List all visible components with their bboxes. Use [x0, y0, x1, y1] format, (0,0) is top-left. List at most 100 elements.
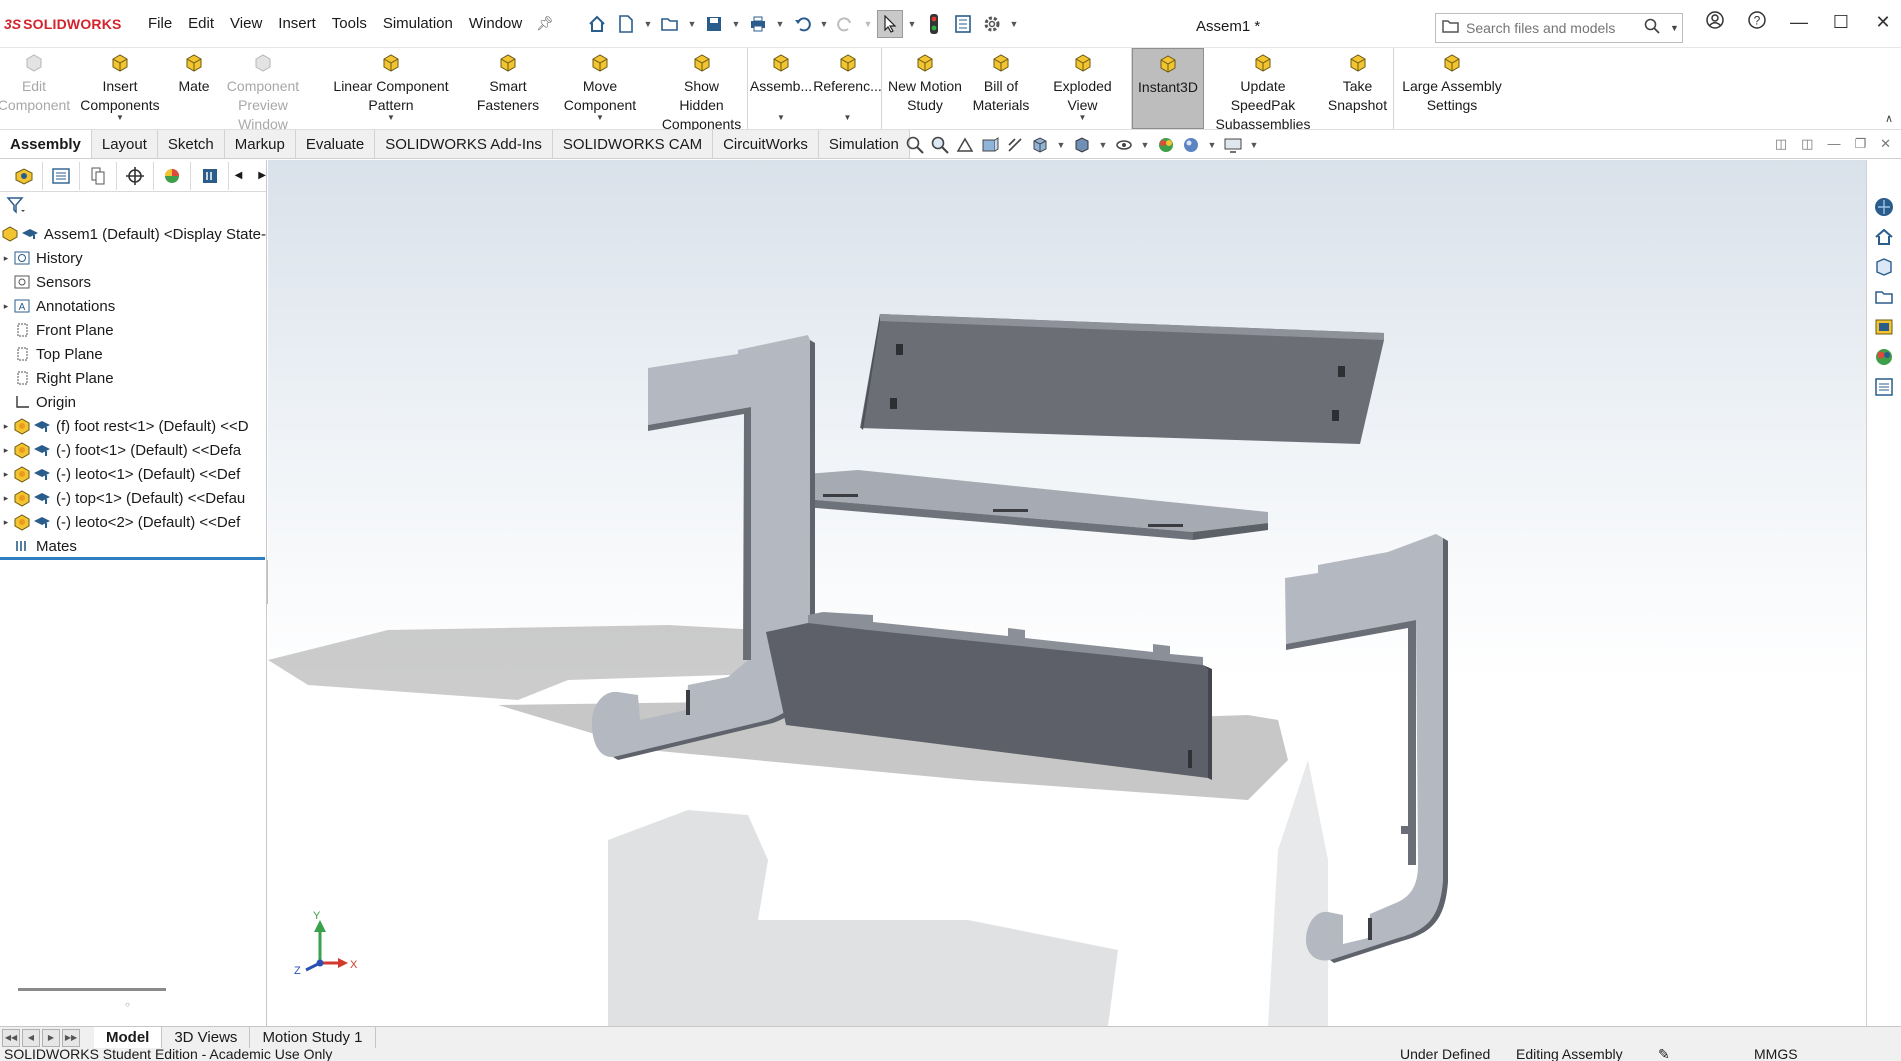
- cmd-smart-fasteners[interactable]: Smart Fasteners: [472, 48, 544, 129]
- user-account-icon[interactable]: [1703, 10, 1727, 35]
- tree-item[interactable]: Sensors: [0, 270, 266, 294]
- pin-icon[interactable]: 📌︎: [536, 15, 554, 32]
- options-gear-icon[interactable]: [979, 10, 1005, 38]
- tree-item[interactable]: Origin: [0, 390, 266, 414]
- custom-properties-icon[interactable]: [1871, 374, 1897, 400]
- expand-arrow-icon[interactable]: ▸: [0, 421, 12, 432]
- open-icon[interactable]: [657, 10, 683, 38]
- apply-scene-icon[interactable]: [1181, 135, 1201, 155]
- model-exploded-view[interactable]: Y X Z: [268, 160, 1866, 1026]
- tabs-scroll-left-icon[interactable]: ◀: [235, 170, 243, 181]
- undo-icon[interactable]: [789, 10, 815, 38]
- dropdown-arrow-icon[interactable]: ▼: [116, 108, 124, 127]
- cmd-insert-components[interactable]: Insert Components ▼: [68, 48, 172, 129]
- select-dropdown-icon[interactable]: ▼: [906, 19, 918, 29]
- expand-arrow-icon[interactable]: ▸: [0, 253, 12, 264]
- options-dropdown-icon[interactable]: ▼: [1008, 19, 1020, 29]
- search-input[interactable]: [1466, 20, 1636, 36]
- solidworks-logo[interactable]: 3S SOLIDWORKS: [0, 16, 130, 32]
- tree-item[interactable]: ▸ (-) leoto<2> (Default) <<Def: [0, 510, 266, 534]
- tree-item[interactable]: ▸ (f) foot rest<1> (Default) <<D: [0, 414, 266, 438]
- configuration-manager-icon[interactable]: [80, 161, 118, 190]
- tabs-scroll-right-icon[interactable]: ▶: [258, 170, 266, 181]
- dimxpert-manager-icon[interactable]: [117, 161, 155, 190]
- tree-item[interactable]: Right Plane: [0, 366, 266, 390]
- print-icon[interactable]: [745, 10, 771, 38]
- feature-manager-tree-icon[interactable]: [6, 161, 44, 190]
- property-manager-icon[interactable]: [43, 161, 81, 190]
- tab-simulation[interactable]: Simulation: [818, 130, 910, 158]
- help-icon[interactable]: ?: [1745, 10, 1769, 35]
- zoom-to-fit-icon[interactable]: [905, 135, 925, 155]
- tree-item[interactable]: ▸ (-) top<1> (Default) <<Defau: [0, 486, 266, 510]
- search-box[interactable]: ▼: [1435, 13, 1683, 43]
- view-settings-icon[interactable]: [1223, 135, 1243, 155]
- tree-filter[interactable]: [0, 192, 266, 222]
- view-orientation-icon[interactable]: [1030, 135, 1050, 155]
- tree-item[interactable]: ▸ (-) leoto<1> (Default) <<Def: [0, 462, 266, 486]
- edit-appearance-icon[interactable]: [1156, 135, 1176, 155]
- close-icon[interactable]: ✕: [1871, 12, 1895, 33]
- hide-show-items-icon[interactable]: [1114, 135, 1134, 155]
- cmd-large-assembly[interactable]: Large Assembly Settings: [1394, 48, 1510, 129]
- file-explorer-icon[interactable]: [1871, 284, 1897, 310]
- hide-show-dropdown-icon[interactable]: ▼: [1139, 140, 1151, 150]
- display-manager-icon[interactable]: [154, 161, 192, 190]
- cmd-snapshot[interactable]: Take Snapshot: [1322, 48, 1394, 129]
- status-pencil-icon[interactable]: ✎: [1658, 1048, 1670, 1061]
- next-tab-icon[interactable]: ▶: [42, 1028, 60, 1047]
- dynamic-annotation-icon[interactable]: [1005, 135, 1025, 155]
- zoom-to-area-icon[interactable]: [930, 135, 950, 155]
- tree-item[interactable]: Front Plane: [0, 318, 266, 342]
- section-view-icon[interactable]: [980, 135, 1000, 155]
- view-settings-dropdown-icon[interactable]: ▼: [1248, 140, 1260, 150]
- maximize-icon[interactable]: ☐: [1829, 12, 1853, 33]
- menu-tools[interactable]: Tools: [324, 11, 375, 36]
- last-tab-icon[interactable]: ▶▶: [62, 1028, 80, 1047]
- expand-arrow-icon[interactable]: ▸: [0, 517, 12, 528]
- tab-motion-study[interactable]: Motion Study 1: [250, 1026, 376, 1049]
- open-dropdown-icon[interactable]: ▼: [686, 19, 698, 29]
- tree-item[interactable]: Top Plane: [0, 342, 266, 366]
- graphics-area[interactable]: Y X Z: [268, 160, 1866, 1026]
- doc-close-icon[interactable]: ✕: [1880, 136, 1891, 152]
- first-tab-icon[interactable]: ◀◀: [2, 1028, 20, 1047]
- tree-item[interactable]: ▸ History: [0, 246, 266, 270]
- cmd-mate[interactable]: Mate: [172, 48, 216, 129]
- file-properties-icon[interactable]: [950, 10, 976, 38]
- collapse-ribbon-icon[interactable]: ∧: [1885, 112, 1893, 125]
- dropdown-arrow-icon[interactable]: ▼: [777, 108, 785, 127]
- apply-scene-dropdown-icon[interactable]: ▼: [1206, 140, 1218, 150]
- cmd-speedpak[interactable]: Update SpeedPak Subassemblies: [1204, 48, 1322, 132]
- minimize-icon[interactable]: —: [1787, 12, 1811, 33]
- appearances-scenes-icon[interactable]: [1871, 344, 1897, 370]
- tree-item[interactable]: Mates: [0, 534, 266, 558]
- cmd-move-component[interactable]: Move Component ▼: [544, 48, 656, 129]
- tree-item[interactable]: ▸ A Annotations: [0, 294, 266, 318]
- tab-layout[interactable]: Layout: [91, 130, 158, 158]
- tab-3d-views[interactable]: 3D Views: [162, 1026, 251, 1049]
- dropdown-arrow-icon[interactable]: ▼: [596, 108, 604, 127]
- display-style-icon[interactable]: [1072, 135, 1092, 155]
- expand-arrow-icon[interactable]: ▸: [0, 445, 12, 456]
- menu-view[interactable]: View: [222, 11, 270, 36]
- menu-simulation[interactable]: Simulation: [375, 11, 461, 36]
- prev-tab-icon[interactable]: ◀: [22, 1028, 40, 1047]
- menu-edit[interactable]: Edit: [180, 11, 222, 36]
- home-pane-icon[interactable]: [1871, 224, 1897, 250]
- expand-arrow-icon[interactable]: ▸: [0, 493, 12, 504]
- tab-assembly[interactable]: Assembly: [0, 130, 92, 158]
- doc-restore-icon[interactable]: ❐: [1854, 136, 1866, 152]
- menu-insert[interactable]: Insert: [270, 11, 324, 36]
- home-icon[interactable]: [584, 10, 610, 38]
- search-scope-icon[interactable]: [1442, 18, 1460, 38]
- tree-item[interactable]: ▸ (-) foot<1> (Default) <<Defa: [0, 438, 266, 462]
- cmd-exploded-view[interactable]: Exploded View ▼: [1034, 48, 1132, 129]
- filter-icon[interactable]: [6, 196, 26, 218]
- cmd-assembly-features[interactable]: Assemb... ▼: [748, 48, 814, 129]
- new-dropdown-icon[interactable]: ▼: [642, 19, 654, 29]
- expand-arrow-icon[interactable]: ▸: [0, 301, 12, 312]
- tree-rollback-bar[interactable]: [0, 557, 265, 560]
- tile-left-icon[interactable]: ◫: [1775, 136, 1787, 152]
- cmd-bill-of-materials[interactable]: Bill of Materials: [968, 48, 1034, 129]
